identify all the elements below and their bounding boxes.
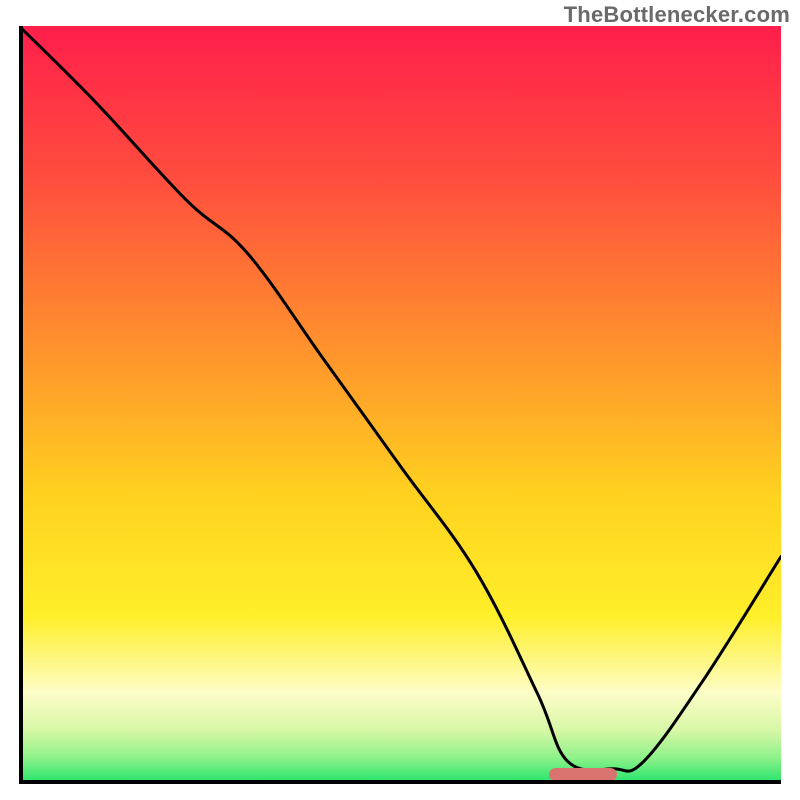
y-axis-line [19, 26, 23, 784]
gradient-background [19, 26, 781, 784]
plot-svg [19, 26, 781, 784]
x-axis-line [19, 780, 781, 784]
chart-viewport: TheBottlenecker.com [0, 0, 800, 800]
plot-area [19, 26, 781, 784]
watermark-text: TheBottlenecker.com [564, 2, 790, 28]
